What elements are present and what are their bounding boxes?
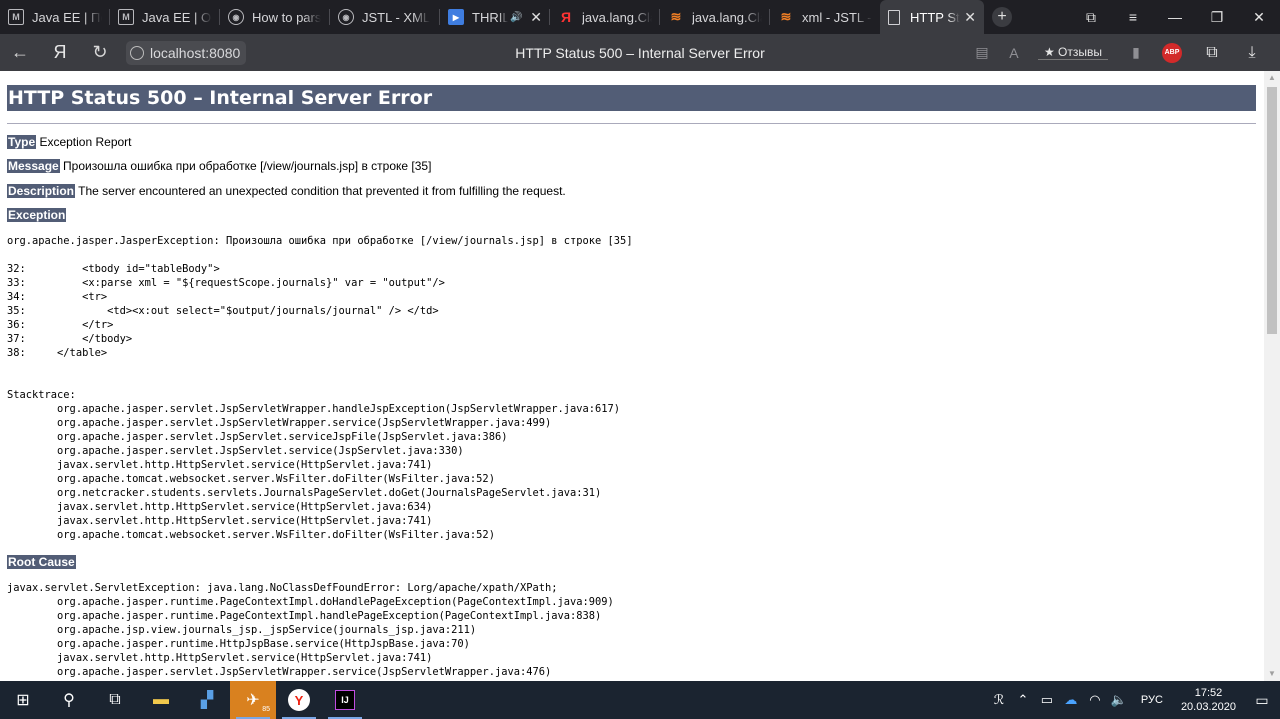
globe-icon: [130, 45, 144, 60]
browser-tab[interactable]: ≋ xml - JSTL -: [770, 0, 880, 34]
tab-title: JSTL - XML: [362, 9, 431, 25]
tab-title: THRILI: [472, 9, 508, 25]
message-label: Message: [7, 159, 60, 173]
exception-heading: Exception: [7, 208, 67, 222]
description-value: The server encountered an unexpected con…: [75, 184, 566, 198]
url-field[interactable]: localhost:8080: [126, 40, 247, 65]
translate-icon[interactable]: A: [998, 45, 1030, 61]
terminal-icon[interactable]: ▞: [184, 681, 230, 719]
scrollbar-thumb[interactable]: [1267, 87, 1277, 334]
notifications-icon[interactable]: ▭: [1244, 692, 1280, 709]
address-bar: ← Я ↻ localhost:8080 HTTP Status 500 – I…: [0, 34, 1280, 71]
back-icon[interactable]: ←: [0, 42, 40, 63]
people-icon[interactable]: ℛ: [987, 692, 1011, 708]
type-label: Type: [7, 135, 37, 149]
description-label: Description: [7, 184, 76, 198]
collections-icon[interactable]: ⧉: [1070, 9, 1112, 26]
language-indicator[interactable]: РУС: [1131, 694, 1173, 706]
chevron-up-icon[interactable]: ⌃: [1011, 692, 1035, 708]
task-view-icon[interactable]: ⧉: [92, 681, 138, 719]
start-icon[interactable]: ⊞: [0, 681, 46, 719]
search-icon[interactable]: ⚲: [46, 681, 92, 719]
reader-mode-icon[interactable]: ▤: [966, 44, 998, 61]
page-icon: ◉: [228, 9, 244, 25]
close-tab-icon[interactable]: ✕: [526, 9, 542, 26]
yandex-home-icon[interactable]: Я: [40, 42, 80, 63]
clock-date: 20.03.2020: [1180, 701, 1236, 713]
close-tab-icon[interactable]: ✕: [960, 9, 976, 26]
minimize-button[interactable]: —: [1154, 9, 1196, 25]
unread-badge: 85: [262, 706, 270, 713]
battery-icon[interactable]: ▭: [1035, 692, 1059, 708]
close-window-button[interactable]: ✕: [1238, 9, 1280, 26]
tab-strip: M Java EE | Пер M Java EE | Ос ◉ How to par…: [0, 0, 1280, 34]
intellij-icon[interactable]: IJ: [322, 681, 368, 719]
restore-button[interactable]: ❐: [1196, 9, 1238, 26]
page-content: HTTP Status 500 – Internal Server Error …: [0, 71, 1264, 681]
scroll-up-icon[interactable]: ▲: [1264, 71, 1280, 85]
browser-tab[interactable]: Яjava.lang.Cla: [550, 0, 660, 34]
speaker-icon[interactable]: 🔊: [510, 12, 522, 23]
type-row: Type Exception Report: [7, 135, 132, 149]
url-host[interactable]: localhost:8080: [150, 45, 240, 61]
network-icon[interactable]: ◠: [1083, 692, 1107, 708]
bookmark-icon[interactable]: ▮: [1120, 44, 1152, 61]
exception-stacktrace: org.apache.jasper.JasperException: Произ…: [7, 235, 633, 541]
message-value: Произошла ошибка при обработке [/view/jo…: [59, 159, 432, 173]
browser-tab[interactable]: M Java EE | Пер: [0, 0, 110, 34]
clock[interactable]: 17:52 20.03.2020: [1173, 686, 1244, 714]
tab-title: xml - JSTL -: [802, 9, 872, 25]
browser-tab[interactable]: ◉ JSTL - XML: [330, 0, 440, 34]
browser-tab-active[interactable]: HTTP Stat✕: [880, 0, 984, 34]
menu-icon[interactable]: ≡: [1112, 9, 1154, 25]
new-tab-button[interactable]: +: [984, 0, 1020, 34]
scroll-down-icon[interactable]: ▼: [1264, 667, 1280, 681]
reviews-button[interactable]: ★ Отзывы: [1037, 45, 1108, 60]
divider: [7, 123, 1256, 124]
type-value: Exception Report: [36, 135, 132, 149]
tab-title: Java EE | Пер: [32, 9, 102, 25]
yandex-browser-icon[interactable]: Y: [276, 681, 322, 719]
description-row: Description The server encountered an un…: [7, 184, 566, 198]
stackoverflow-icon: ≋: [670, 9, 682, 24]
tab-title: java.lang.Cla: [692, 9, 762, 25]
plus-icon: +: [992, 7, 1012, 27]
yandex-icon: Я: [560, 9, 572, 25]
page-icon: ◉: [338, 9, 354, 25]
browser-tab[interactable]: ≋ java.lang.Cla: [660, 0, 770, 34]
error-heading: HTTP Status 500 – Internal Server Error: [7, 85, 1256, 111]
exception-label: Exception: [7, 208, 67, 222]
file-explorer-icon[interactable]: ▬: [138, 681, 184, 719]
browser-tab[interactable]: ▶ THRILI🔊 ✕: [440, 0, 550, 34]
stackoverflow-icon: ≋: [780, 9, 792, 24]
download-icon[interactable]: ⤓: [1232, 44, 1272, 62]
tab-title: How to pars: [252, 9, 322, 25]
windows-taskbar: ⊞ ⚲ ⧉ ▬ ▞ ✈ 85 Y IJ ℛ ⌃ ▭ ☁ ◠ 🔈 РУС 17:52…: [0, 681, 1280, 719]
play-icon: ▶: [448, 9, 464, 25]
message-row: Message Произошла ошибка при обработке […: [7, 159, 431, 173]
reload-icon[interactable]: ↻: [80, 42, 120, 63]
tab-title: HTTP Stat: [910, 9, 960, 25]
vertical-scrollbar[interactable]: ▲ ▼: [1264, 71, 1280, 681]
root-cause-label: Root Cause: [7, 555, 76, 569]
gmail-icon: M: [118, 9, 134, 25]
onedrive-icon[interactable]: ☁: [1059, 692, 1083, 708]
collections-icon[interactable]: ⧉: [1192, 44, 1232, 62]
root-cause-heading: Root Cause: [7, 555, 76, 569]
browser-tab[interactable]: M Java EE | Ос: [110, 0, 220, 34]
tab-title: Java EE | Ос: [142, 9, 212, 25]
document-icon: [888, 9, 900, 25]
telegram-icon[interactable]: ✈ 85: [230, 681, 276, 719]
volume-icon[interactable]: 🔈: [1107, 692, 1131, 708]
clock-time: 17:52: [1194, 687, 1223, 699]
adblock-plus-icon[interactable]: ABP: [1162, 42, 1182, 63]
gmail-icon: M: [8, 9, 24, 25]
browser-tab[interactable]: ◉ How to pars: [220, 0, 330, 34]
root-cause-stacktrace: javax.servlet.ServletException: java.lan…: [7, 582, 614, 678]
tab-title: java.lang.Cla: [582, 9, 652, 25]
